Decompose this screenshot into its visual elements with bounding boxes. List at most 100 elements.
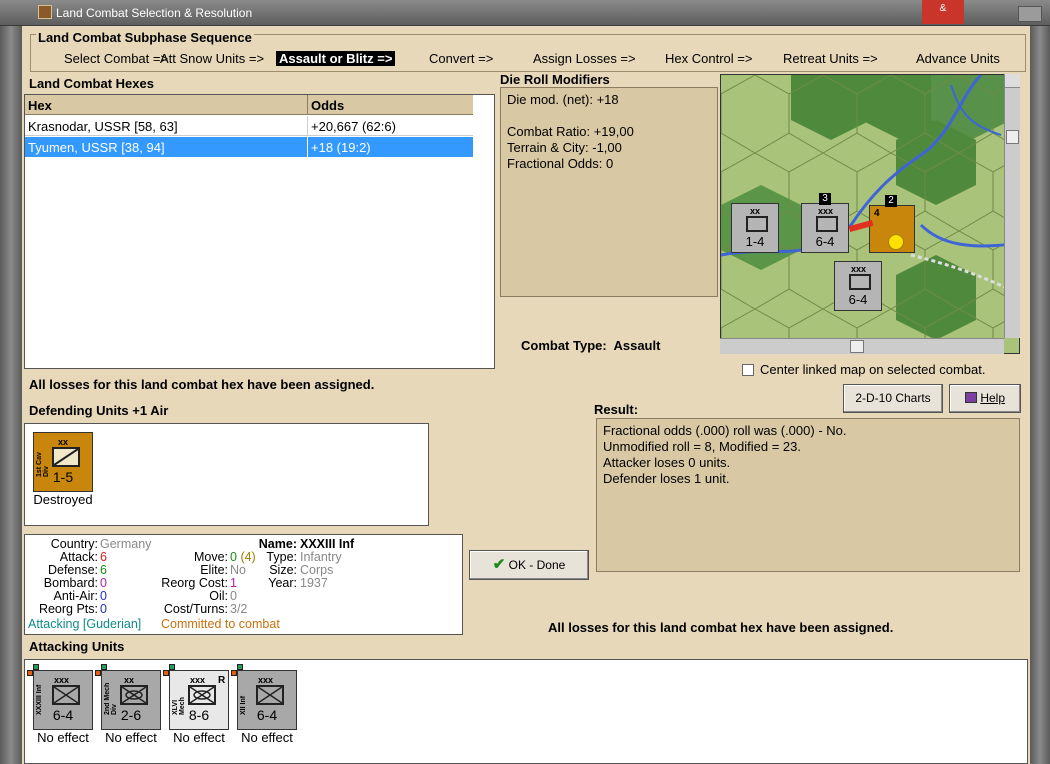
- result-line: Attacker loses 0 units.: [603, 455, 731, 470]
- mech-symbol-icon: [188, 685, 216, 705]
- map-horizontal-scrollbar[interactable]: [720, 338, 1004, 354]
- combat-type: Combat Type: Assault: [521, 338, 661, 353]
- table-row[interactable]: Krasnodar, USSR [58, 63] +20,667 (62:6): [25, 116, 473, 136]
- step-select-combat[interactable]: Select Combat =>: [64, 51, 168, 66]
- infantry-symbol-icon: [816, 216, 838, 232]
- step-att-snow-units[interactable]: Att Snow Units =>: [160, 51, 264, 66]
- result-line: Unmodified roll = 8, Modified = 23.: [603, 439, 801, 454]
- odds-cell: +18 (19:2): [311, 140, 371, 155]
- result-line: Fractional odds (.000) roll was (.000) -…: [603, 423, 847, 438]
- unit-name: XXXIII Inf: [300, 537, 355, 551]
- attacking-units-title: Attacking Units: [29, 639, 125, 654]
- unit-type: Infantry: [300, 550, 342, 564]
- hex-cell: Krasnodar, USSR [58, 63]: [25, 116, 308, 136]
- scroll-up-button[interactable]: [1005, 74, 1020, 88]
- cavalry-symbol-icon: [52, 447, 80, 467]
- unit-year: 1937: [300, 576, 328, 590]
- step-retreat-units[interactable]: Retreat Units =>: [783, 51, 878, 66]
- attacker-status: No effect: [105, 730, 157, 745]
- step-hex-control[interactable]: Hex Control =>: [665, 51, 752, 66]
- table-row-selected[interactable]: Tyumen, USSR [38, 94] +18 (19:2): [25, 137, 473, 157]
- center-map-label: Center linked map on selected combat.: [760, 362, 986, 377]
- unit-cost-turns: 3/2: [230, 602, 248, 616]
- attacker-counter[interactable]: xxx XII Inf 6-4: [237, 670, 297, 730]
- result-line: Defender loses 1 unit.: [603, 471, 730, 486]
- unit-defense: 6: [100, 563, 107, 577]
- unit-country: Germany: [100, 537, 152, 551]
- close-button[interactable]: &: [922, 0, 964, 24]
- combat-map[interactable]: xx 1-4 xxx 6-4 3 xxx 6-4 4 2: [720, 74, 1020, 354]
- attacking-units-panel: xxx XXXIII Inf 6-4 No effect xx 2nd Mech…: [24, 659, 1028, 764]
- die-mod-net: Die mod. (net): +18: [507, 92, 619, 107]
- terrain-city: Terrain & City: -1,00: [507, 140, 622, 155]
- result-title: Result:: [594, 402, 639, 417]
- combat-hexes-title: Land Combat Hexes: [29, 76, 154, 91]
- unit-attack: 6: [100, 550, 107, 564]
- attacker-counter[interactable]: xx 2nd Mech Div 2-6: [101, 670, 161, 730]
- defender-counter[interactable]: xx 1st Cav Div 1-5: [33, 432, 93, 492]
- infantry-symbol-icon: [746, 216, 768, 232]
- map-vertical-scrollbar[interactable]: [1004, 74, 1020, 338]
- defending-units-panel: xx 1st Cav Div 1-5 Destroyed: [24, 423, 429, 526]
- defending-units-title: Defending Units +1 Air: [29, 403, 169, 418]
- unit-reorg-pts: 0: [100, 602, 107, 616]
- charts-button[interactable]: 2-D-10 Charts: [843, 384, 943, 413]
- explosion-icon: [888, 234, 904, 250]
- result-panel: Fractional odds (.000) roll was (.000) -…: [596, 418, 1020, 572]
- unit-info-panel: Country: Germany Attack: 6 Defense: 6 Bo…: [24, 534, 463, 635]
- step-advance-units[interactable]: Advance Units: [916, 51, 1000, 66]
- die-roll-modifiers: Die mod. (net): +18 Combat Ratio: +19,00…: [500, 87, 718, 297]
- center-map-checkbox[interactable]: [742, 364, 754, 376]
- infantry-symbol-icon: [256, 685, 284, 705]
- infantry-symbol-icon: [52, 685, 80, 705]
- losses-assigned-message: All losses for this land combat hex have…: [29, 377, 375, 392]
- reserve-marker: R: [218, 675, 226, 686]
- unit-anti-air: 0: [100, 589, 107, 603]
- app-icon: [38, 5, 52, 19]
- losses-assigned-message-2: All losses for this land combat hex have…: [548, 620, 894, 635]
- committed-status: Committed to combat: [161, 617, 280, 631]
- attacking-status: Attacking [Guderian]: [28, 617, 142, 631]
- scroll-thumb[interactable]: [850, 340, 864, 353]
- infantry-symbol-icon: [849, 274, 871, 290]
- attacker-status: No effect: [37, 730, 89, 745]
- step-convert[interactable]: Convert =>: [429, 51, 493, 66]
- stack-count-badge: 3: [819, 193, 831, 205]
- map-counter[interactable]: xxx 6-4: [801, 203, 849, 253]
- window-title: Land Combat Selection & Resolution: [56, 6, 253, 20]
- window-frame-left: [0, 26, 22, 764]
- attacker-status: No effect: [241, 730, 293, 745]
- dialog-client: Select Combat => Att Snow Units => Assau…: [22, 26, 1030, 764]
- unit-size: Corps: [300, 563, 334, 577]
- step-assign-losses[interactable]: Assign Losses =>: [533, 51, 636, 66]
- scroll-thumb[interactable]: [1006, 130, 1019, 144]
- unit-oil: 0: [230, 589, 237, 603]
- attacker-status: No effect: [173, 730, 225, 745]
- combat-ratio: Combat Ratio: +19,00: [507, 124, 634, 139]
- map-counter[interactable]: xx 1-4: [731, 203, 779, 253]
- die-roll-title: Die Roll Modifiers: [500, 72, 610, 87]
- stack-count-badge: 2: [885, 195, 897, 207]
- attacker-counter[interactable]: xxx R XLVI Mech 8-6: [169, 670, 229, 730]
- help-button[interactable]: Help: [949, 384, 1021, 413]
- column-header-odds[interactable]: Odds: [308, 95, 473, 115]
- unit-bombard: 0: [100, 576, 107, 590]
- sequence-title: Land Combat Subphase Sequence: [36, 30, 254, 45]
- window-frame-right: [1030, 26, 1050, 764]
- combat-type-value: Assault: [613, 338, 661, 353]
- attacker-counter[interactable]: xxx XXXIII Inf 6-4: [33, 670, 93, 730]
- column-header-hex[interactable]: Hex: [25, 95, 308, 115]
- restore-button[interactable]: [1018, 6, 1042, 22]
- defender-status: Destroyed: [33, 492, 93, 507]
- odds-cell: +20,667 (62:6): [311, 119, 396, 134]
- ok-done-button[interactable]: ✔ OK - Done: [469, 550, 589, 580]
- check-icon: ✔: [492, 556, 506, 573]
- mech-symbol-icon: [120, 685, 148, 705]
- fractional-odds: Fractional Odds: 0: [507, 156, 614, 171]
- step-assault-or-blitz[interactable]: Assault or Blitz =>: [276, 51, 396, 66]
- map-counter-defender[interactable]: 4: [869, 205, 915, 253]
- combat-hexes-table: Hex Odds Krasnodar, USSR [58, 63] +20,66…: [24, 94, 495, 369]
- map-counter[interactable]: xxx 6-4: [834, 261, 882, 311]
- hex-cell: Tyumen, USSR [38, 94]: [25, 137, 308, 157]
- help-book-icon: [964, 392, 977, 403]
